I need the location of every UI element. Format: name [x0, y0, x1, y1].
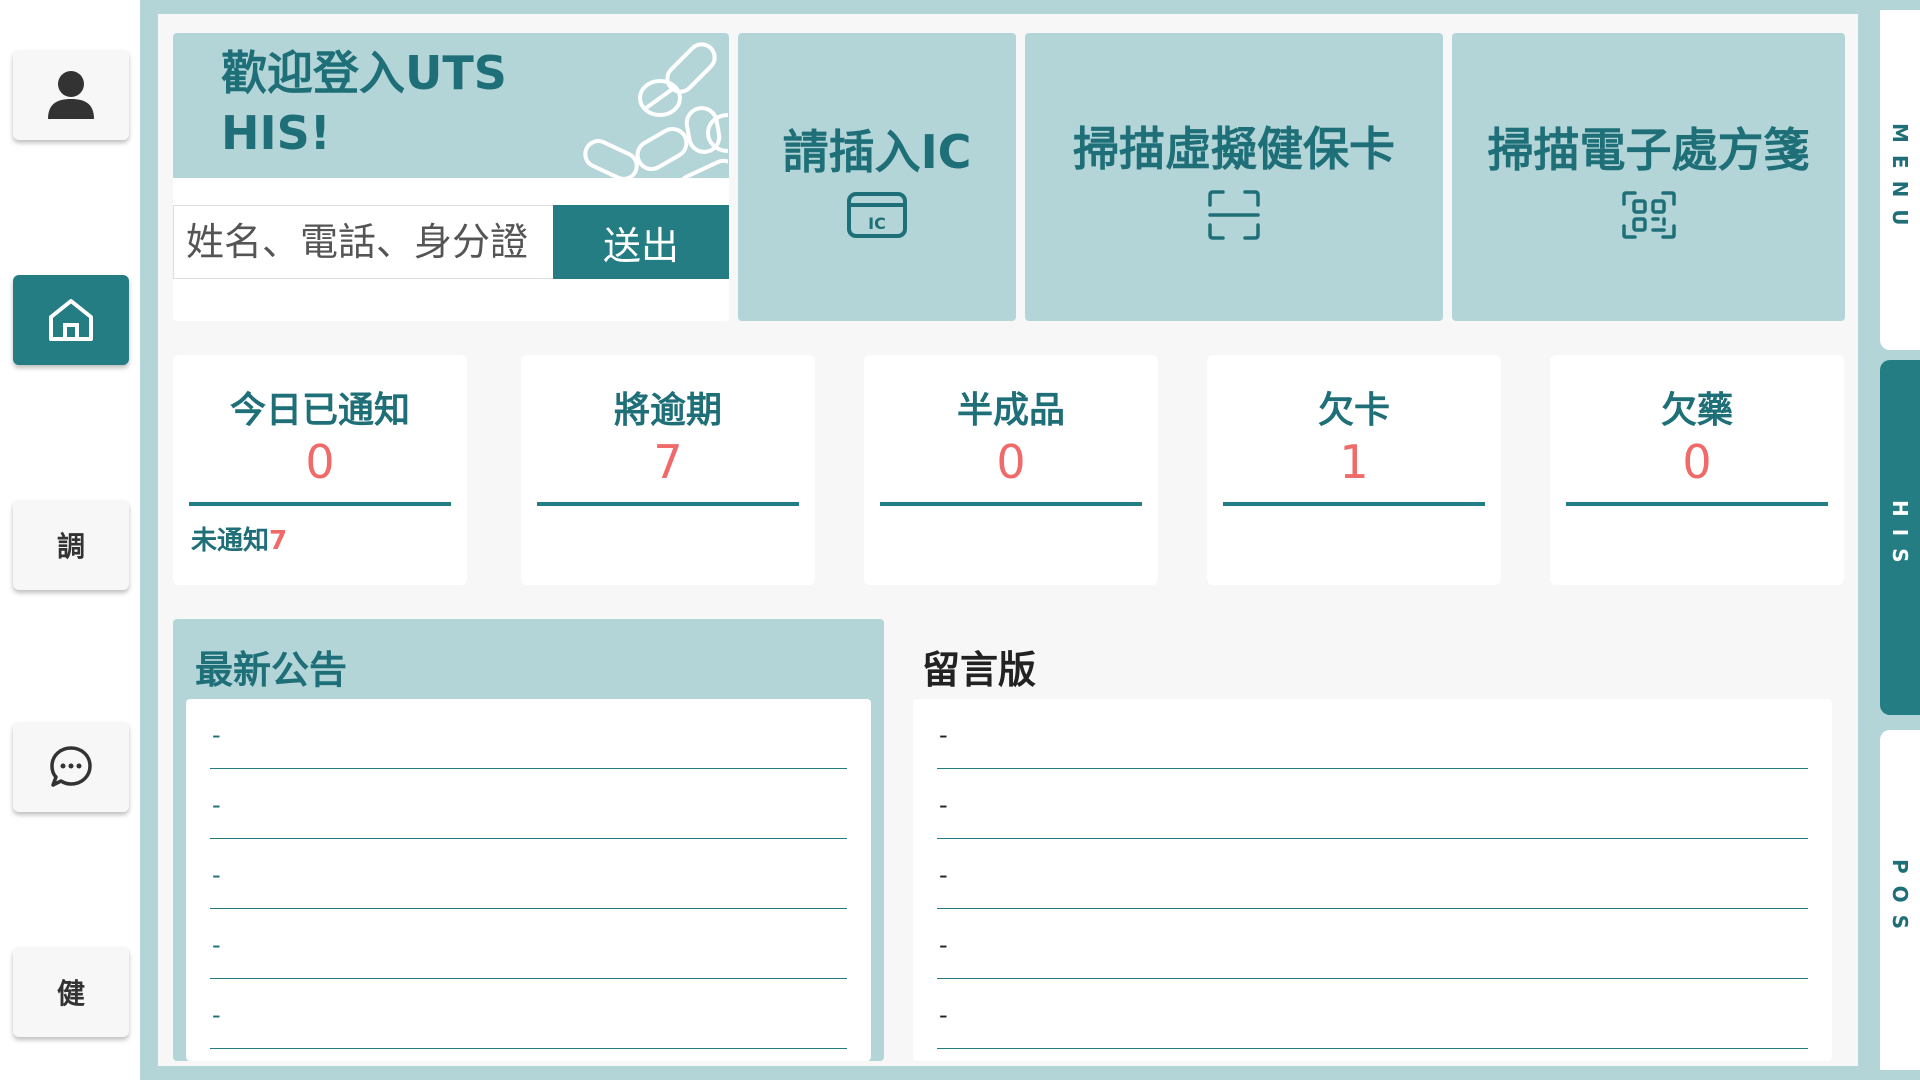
home-button[interactable] [13, 275, 129, 365]
stat-underline [1223, 502, 1485, 506]
announcements-board: 最新公告 - - - - - [173, 619, 884, 1061]
ic-card-icon-text: IC [868, 214, 886, 233]
scan-prescription-card[interactable]: 掃描電子處方箋 [1452, 33, 1845, 321]
announcements-title: 最新公告 [195, 648, 348, 692]
stat-card-owed-card[interactable]: 欠卡 1 [1207, 355, 1501, 585]
stat-underline [189, 502, 451, 506]
stat-sub-label: 未通知 [191, 526, 270, 556]
chat-icon [50, 746, 92, 787]
scan-virtual-card[interactable]: 掃描虛擬健保卡 [1025, 33, 1443, 321]
list-item[interactable]: - [210, 909, 847, 979]
stat-value: 7 [653, 435, 683, 489]
patient-search-input[interactable] [173, 205, 553, 279]
message-list: - - - - - [913, 699, 1832, 1061]
message-board-title: 留言版 [922, 648, 1037, 692]
chat-button[interactable] [13, 722, 129, 812]
stat-card-notified-today[interactable]: 今日已通知 0 未通知7 [173, 355, 467, 585]
list-item[interactable]: - [210, 699, 847, 769]
submit-button[interactable]: 送出 [553, 205, 729, 279]
pills-icon [583, 42, 728, 178]
tab-pos[interactable]: POS [1880, 730, 1920, 1070]
stat-underline [537, 502, 799, 506]
adjust-label: 調 [56, 530, 85, 563]
qr-scan-icon [1621, 191, 1676, 239]
home-icon [49, 299, 93, 341]
welcome-title: 歡迎登入UTS HIS! [221, 46, 507, 160]
stat-title: 欠藥 [1660, 390, 1733, 431]
stat-sub-value: 7 [269, 526, 288, 556]
search-row: 送出 [173, 205, 729, 279]
stat-value: 0 [996, 435, 1026, 489]
list-item[interactable]: - [937, 699, 1808, 769]
user-icon [48, 71, 94, 119]
insert-ic-card[interactable]: 請插入IC IC [738, 33, 1016, 321]
stat-card-expiring[interactable]: 將逾期 7 [521, 355, 815, 585]
stat-underline [880, 502, 1142, 506]
stat-value: 0 [305, 435, 335, 489]
stat-sub: 未通知7 [191, 520, 287, 557]
list-item[interactable]: - [937, 909, 1808, 979]
stat-title: 欠卡 [1317, 390, 1390, 431]
profile-button[interactable] [13, 50, 129, 140]
stat-underline [1566, 502, 1828, 506]
tab-pos-label: POS [1888, 858, 1912, 942]
welcome-card: 歡迎登入UTS HIS! 送出 [173, 33, 729, 321]
left-sidebar: 調 健 [0, 0, 140, 1080]
health-button[interactable]: 健 [13, 947, 129, 1037]
scan-prescription-label: 掃描電子處方箋 [1487, 123, 1810, 177]
stat-title: 將逾期 [613, 390, 722, 431]
right-tab-bar: MENU HIS POS [1880, 0, 1920, 1080]
tab-menu[interactable]: MENU [1880, 10, 1920, 350]
message-board: 留言版 - - - - - [900, 619, 1845, 1061]
tab-his-label: HIS [1888, 500, 1912, 575]
stat-title: 今日已通知 [229, 390, 410, 431]
announcements-list: - - - - - [186, 699, 871, 1061]
adjust-button[interactable]: 調 [13, 500, 129, 590]
list-item[interactable]: - [937, 769, 1808, 839]
stat-value: 1 [1339, 435, 1369, 489]
list-item[interactable]: - [937, 979, 1808, 1049]
welcome-header: 歡迎登入UTS HIS! [173, 33, 729, 178]
list-item[interactable]: - [210, 839, 847, 909]
list-item[interactable]: - [210, 979, 847, 1049]
stat-card-semi-finished[interactable]: 半成品 0 [864, 355, 1158, 585]
list-item[interactable]: - [210, 769, 847, 839]
ic-card-icon: IC [847, 192, 907, 238]
stat-value: 0 [1682, 435, 1712, 489]
list-item[interactable]: - [937, 839, 1808, 909]
tab-menu-label: MENU [1888, 122, 1912, 238]
stat-title: 半成品 [956, 390, 1065, 431]
scan-virtual-card-label: 掃描虛擬健保卡 [1073, 122, 1395, 176]
scan-frame-icon [1208, 190, 1260, 240]
stat-card-owed-medicine[interactable]: 欠藥 0 [1550, 355, 1844, 585]
tab-his[interactable]: HIS [1880, 360, 1920, 715]
health-label: 健 [56, 977, 85, 1010]
insert-ic-label: 請插入IC [782, 125, 972, 179]
